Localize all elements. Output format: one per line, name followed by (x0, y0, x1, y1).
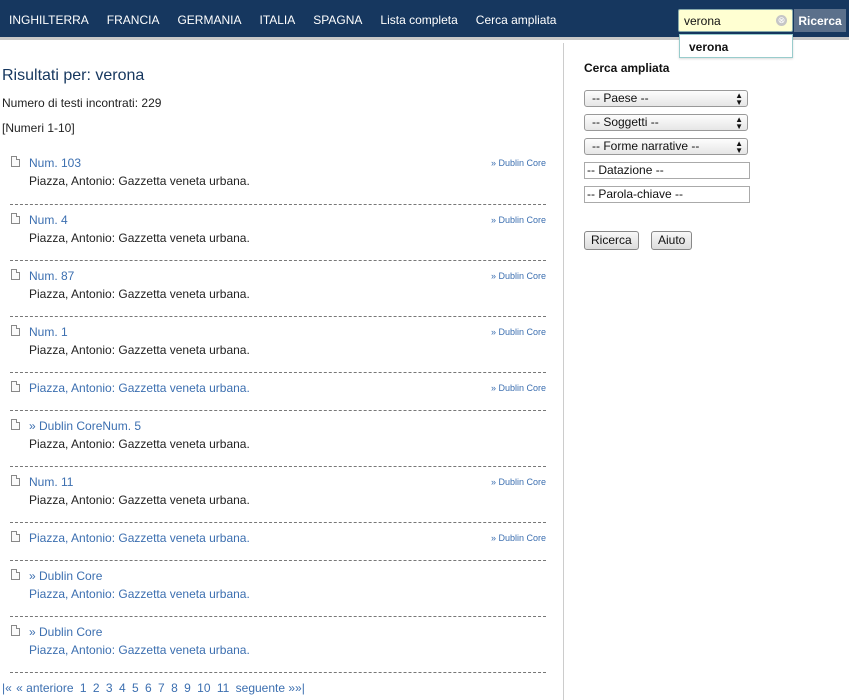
main-content: Risultati per: verona Numero di testi in… (0, 43, 564, 700)
result-list: Num. 103 Piazza, Antonio: Gazzetta venet… (10, 148, 546, 673)
nav-item-germania[interactable]: GERMANIA (168, 0, 250, 40)
result-item: Num. 11 Piazza, Antonio: Gazzetta veneta… (10, 467, 546, 523)
document-icon (11, 475, 20, 486)
autocomplete-dropdown: verona (679, 34, 793, 58)
page-link[interactable]: 6 (145, 681, 152, 695)
result-author: Piazza, Antonio: Gazzetta veneta urbana. (29, 493, 250, 507)
select-arrow-icon: ▲ ▼ (735, 139, 743, 155)
page-link[interactable]: 1 (80, 681, 87, 695)
page-link[interactable]: 7 (158, 681, 165, 695)
first-page-link[interactable]: |« (2, 681, 12, 695)
search-field-wrapper: ⊗ (678, 9, 793, 32)
result-item: » Dublin CoreNum. 5 Piazza, Antonio: Gaz… (10, 411, 546, 467)
next-page-link[interactable]: seguente » (236, 681, 295, 695)
dublin-core-link[interactable]: » Dublin Core (491, 477, 546, 487)
result-title-link[interactable]: Num. 11 (29, 475, 73, 489)
result-count: Numero di testi incontrati: 229 (2, 96, 162, 110)
nav-item-spagna[interactable]: SPAGNA (304, 0, 371, 40)
pagination: |« « anteriore 1 2 3 4 5 6 7 8 9 10 11 s… (2, 681, 308, 695)
advanced-search-title: Cerca ampliata (584, 61, 670, 75)
page-link[interactable]: 9 (184, 681, 191, 695)
document-icon (11, 625, 20, 636)
result-item: Piazza, Antonio: Gazzetta veneta urbana.… (10, 523, 546, 561)
page-link[interactable]: 10 (197, 681, 210, 695)
result-title-link[interactable]: Piazza, Antonio: Gazzetta veneta urbana. (29, 643, 250, 657)
parola-chiave-field[interactable]: -- Parola-chiave -- (584, 186, 750, 203)
dublin-core-link[interactable]: » Dublin Core (491, 533, 546, 543)
result-title-link[interactable]: Num. 1 (29, 325, 68, 339)
result-author: Piazza, Antonio: Gazzetta veneta urbana. (29, 174, 250, 188)
dublin-core-link[interactable]: » Dublin Core (491, 327, 546, 337)
nav-item-francia[interactable]: FRANCIA (98, 0, 169, 40)
nav-menu: INGHILTERRA FRANCIA GERMANIA ITALIA SPAG… (0, 0, 565, 40)
dublin-core-link[interactable]: » Dublin Core (491, 215, 546, 225)
previous-page-link[interactable]: « anteriore (16, 681, 73, 695)
result-title-link[interactable]: Piazza, Antonio: Gazzetta veneta urbana. (29, 531, 250, 545)
document-icon (11, 419, 20, 430)
advanced-search-panel: Cerca ampliata -- Paese -- ▲ ▼ -- Soggett… (584, 61, 844, 250)
paese-select-label: -- Paese -- (592, 91, 649, 105)
dublin-core-link[interactable]: » Dublin Core (29, 625, 102, 639)
document-icon (11, 531, 20, 542)
result-author: Piazza, Antonio: Gazzetta veneta urbana. (29, 287, 250, 301)
page-link[interactable]: 3 (106, 681, 113, 695)
nav-item-cerca-ampliata[interactable]: Cerca ampliata (467, 0, 566, 40)
nav-item-lista-completa[interactable]: Lista completa (371, 0, 466, 40)
result-item: Num. 87 Piazza, Antonio: Gazzetta veneta… (10, 261, 546, 317)
result-title-link[interactable]: Num. 4 (29, 213, 68, 227)
page-link[interactable]: 5 (132, 681, 139, 695)
help-button[interactable]: Aiuto (651, 231, 693, 250)
result-title-link[interactable]: » Dublin CoreNum. 5 (29, 419, 141, 433)
nav-item-italia[interactable]: ITALIA (250, 0, 304, 40)
document-icon (11, 269, 20, 280)
result-item: Num. 4 Piazza, Antonio: Gazzetta veneta … (10, 205, 546, 261)
document-icon (11, 156, 20, 167)
datazione-field[interactable]: -- Datazione -- (584, 162, 750, 179)
page-link[interactable]: 8 (171, 681, 178, 695)
advanced-search-button[interactable]: Ricerca (584, 231, 639, 250)
last-page-link[interactable]: »| (295, 681, 305, 695)
page-link[interactable]: 2 (93, 681, 100, 695)
soggetti-select[interactable]: -- Soggetti -- ▲ ▼ (584, 114, 748, 131)
search-button[interactable]: Ricerca (794, 9, 846, 32)
page-title: Risultati per: verona (2, 67, 145, 84)
document-icon (11, 213, 20, 224)
result-item: » Dublin Core Piazza, Antonio: Gazzetta … (10, 617, 546, 673)
document-icon (11, 325, 20, 336)
nav-item-inghilterra[interactable]: INGHILTERRA (0, 0, 98, 40)
result-author: Piazza, Antonio: Gazzetta veneta urbana. (29, 231, 250, 245)
result-title-link[interactable]: Num. 103 (29, 156, 81, 170)
result-title-link[interactable]: Num. 87 (29, 269, 74, 283)
result-author: Piazza, Antonio: Gazzetta veneta urbana. (29, 343, 250, 357)
result-item: » Dublin Core Piazza, Antonio: Gazzetta … (10, 561, 546, 617)
search-input[interactable] (679, 10, 771, 31)
select-arrow-icon: ▲ ▼ (735, 91, 743, 107)
clear-icon[interactable]: ⊗ (776, 15, 787, 26)
forme-narrative-select[interactable]: -- Forme narrative -- ▲ ▼ (584, 138, 748, 155)
autocomplete-suggestion[interactable]: verona (680, 35, 792, 59)
result-title-link[interactable]: Piazza, Antonio: Gazzetta veneta urbana. (29, 587, 250, 601)
result-title-link[interactable]: Piazza, Antonio: Gazzetta veneta urbana. (29, 381, 250, 395)
page-link[interactable]: 11 (217, 681, 229, 695)
paese-select[interactable]: -- Paese -- ▲ ▼ (584, 90, 748, 107)
result-item: Num. 1 Piazza, Antonio: Gazzetta veneta … (10, 317, 546, 373)
document-icon (11, 569, 20, 580)
forme-narrative-select-label: -- Forme narrative -- (592, 139, 700, 153)
result-range: [Numeri 1-10] (2, 121, 75, 135)
dublin-core-link[interactable]: » Dublin Core (491, 383, 546, 393)
dublin-core-link[interactable]: » Dublin Core (29, 569, 102, 583)
soggetti-select-label: -- Soggetti -- (592, 115, 659, 129)
dublin-core-link[interactable]: » Dublin Core (491, 271, 546, 281)
result-item: Num. 103 Piazza, Antonio: Gazzetta venet… (10, 148, 546, 205)
result-author: Piazza, Antonio: Gazzetta veneta urbana. (29, 437, 250, 451)
page-link[interactable]: 4 (119, 681, 126, 695)
result-item: Piazza, Antonio: Gazzetta veneta urbana.… (10, 373, 546, 411)
document-icon (11, 381, 20, 392)
dublin-core-link[interactable]: » Dublin Core (491, 158, 546, 168)
select-arrow-icon: ▲ ▼ (735, 115, 743, 131)
